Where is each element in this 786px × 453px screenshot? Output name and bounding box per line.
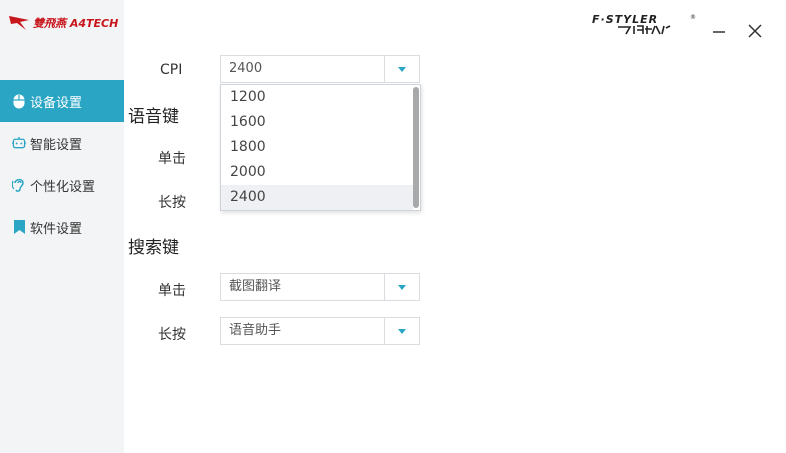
search-long-press-dropdown-button[interactable] — [384, 318, 419, 344]
cpi-option-1200[interactable]: 1200 — [221, 85, 413, 110]
chevron-down-icon — [398, 328, 406, 334]
search-single-click-label: 单击 — [158, 283, 186, 299]
search-key-title: 搜索键 — [128, 238, 179, 258]
cpi-label: CPI — [160, 62, 183, 78]
sidebar-item-label: 软件设置 — [30, 221, 83, 237]
search-single-click-select[interactable]: 截图翻译 — [220, 273, 420, 301]
search-long-press-value: 语音助手 — [229, 323, 282, 338]
cpi-option-2400[interactable]: 2400 — [221, 185, 413, 210]
bookmark-icon — [12, 219, 26, 235]
sidebar-item-label: 设备设置 — [30, 95, 83, 111]
chevron-down-icon — [398, 284, 406, 290]
sidebar-nav: 设备设置 智能设置 个性化设置 软件设置 — [0, 80, 124, 248]
chevron-down-icon — [398, 66, 406, 72]
mouse-icon — [12, 93, 26, 109]
robot-icon — [12, 135, 26, 151]
sidebar-item-personalization[interactable]: 个性化设置 — [0, 164, 124, 206]
dropdown-scrollbar[interactable] — [413, 87, 419, 208]
search-single-click-dropdown-button[interactable] — [384, 274, 419, 300]
main-panel: CPI 2400 语音键 单击 长按 搜索键 单击 截图翻译 长按 语音助手 — [124, 0, 786, 453]
cpi-select[interactable]: 2400 — [220, 55, 420, 83]
cpi-option-1800[interactable]: 1800 — [221, 135, 413, 160]
search-long-press-select[interactable]: 语音助手 — [220, 317, 420, 345]
brand-logo: 雙飛燕 A4TECH — [8, 12, 118, 34]
cpi-select-value: 2400 — [229, 61, 263, 76]
sidebar-item-label: 智能设置 — [30, 137, 83, 153]
brand-logo-text: 雙飛燕 A4TECH — [33, 17, 119, 30]
voice-key-title: 语音键 — [128, 107, 179, 127]
voice-single-click-label: 单击 — [158, 151, 186, 167]
sidebar-item-device-settings[interactable]: 设备设置 — [0, 80, 124, 122]
sidebar: 雙飛燕 A4TECH 设备设置 智能设置 个性化设置 软件设置 — [0, 0, 124, 453]
search-single-click-value: 截图翻译 — [229, 279, 282, 294]
swallow-logo-icon — [9, 16, 29, 30]
cpi-dropdown-list: 1200 1600 1800 2000 2400 — [220, 84, 421, 211]
cpi-option-2000[interactable]: 2000 — [221, 160, 413, 185]
sidebar-item-label: 个性化设置 — [30, 179, 96, 195]
search-long-press-label: 长按 — [158, 327, 186, 343]
cpi-option-1600[interactable]: 1600 — [221, 110, 413, 135]
ear-icon — [12, 177, 26, 193]
sidebar-item-software-settings[interactable]: 软件设置 — [0, 206, 124, 248]
cpi-dropdown-button[interactable] — [384, 56, 419, 82]
voice-long-press-label: 长按 — [158, 195, 186, 211]
app-window: 雙飛燕 A4TECH 设备设置 智能设置 个性化设置 软件设置 F·STYLER… — [0, 0, 786, 453]
sidebar-item-smart-settings[interactable]: 智能设置 — [0, 122, 124, 164]
